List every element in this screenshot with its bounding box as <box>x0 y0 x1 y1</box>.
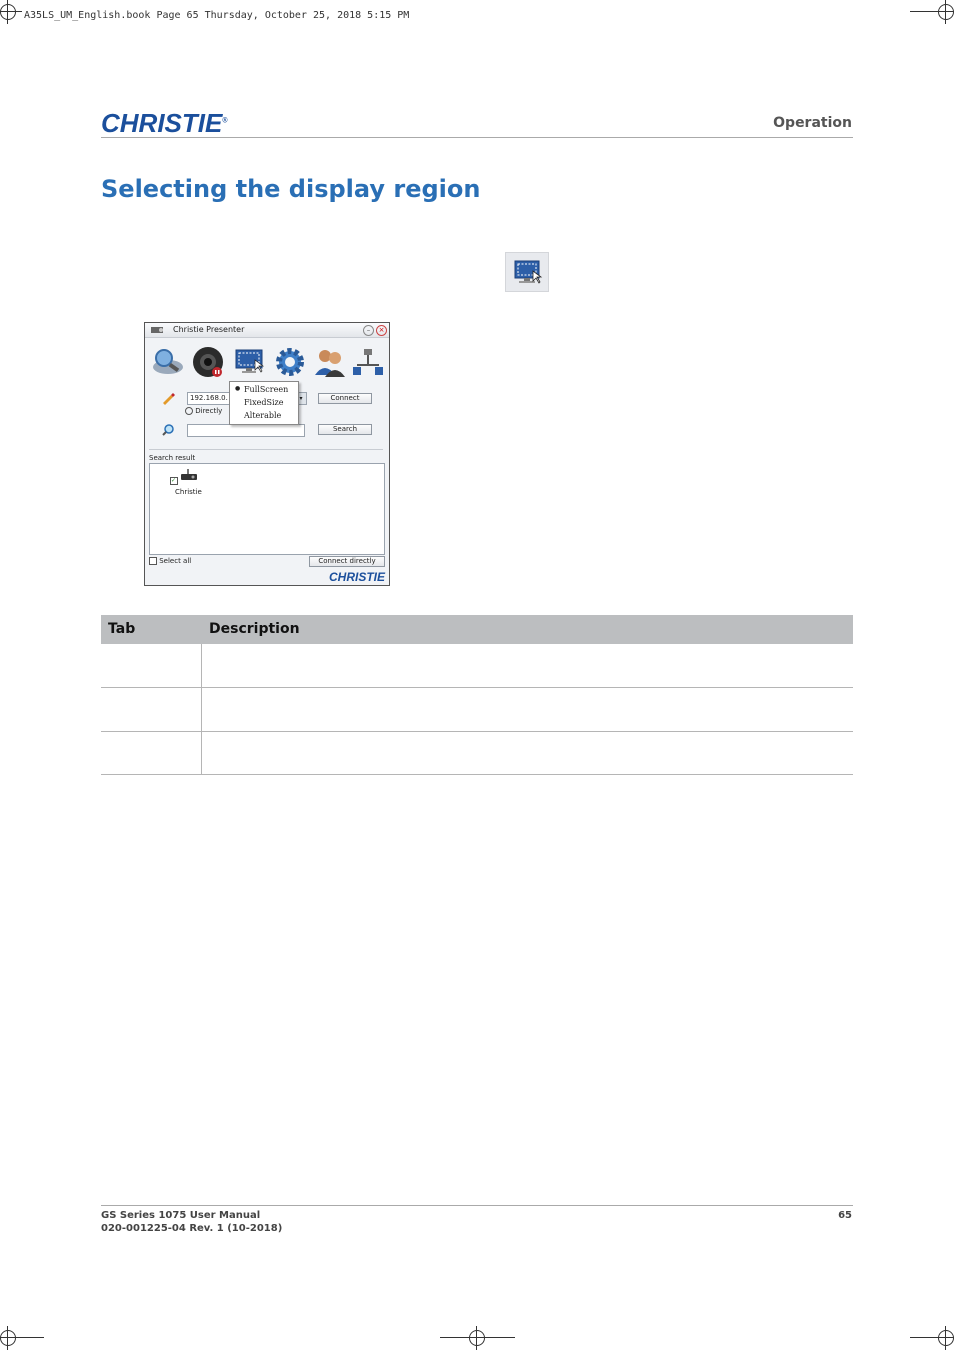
close-button[interactable]: × <box>376 325 387 336</box>
crop-line <box>910 1337 936 1338</box>
registration-mark-icon <box>465 1326 489 1350</box>
column-divider <box>201 644 202 774</box>
device-name: Christie <box>175 488 202 496</box>
pencil-icon <box>163 393 175 405</box>
select-region-icon <box>505 252 549 292</box>
connect-directly-button[interactable]: Connect directly <box>309 556 385 567</box>
footer-manual-title: GS Series 1075 User Manual <box>101 1210 261 1221</box>
display-region-icon[interactable] <box>233 345 267 379</box>
search-results-list[interactable]: ✓ Christie <box>149 463 385 555</box>
projector-search-icon[interactable] <box>151 345 185 379</box>
crop-line <box>18 11 22 12</box>
select-all-label: Select all <box>159 557 192 565</box>
ip-address-field[interactable]: 192.168.0. <box>187 392 235 405</box>
projector-icon <box>151 327 163 333</box>
christie-logo: CHRISTIE® <box>101 108 228 138</box>
registration-mark-icon <box>934 1326 954 1350</box>
page-number: 65 <box>838 1210 852 1221</box>
header-rule <box>101 137 853 138</box>
registration-mark-icon <box>0 1326 20 1350</box>
window-titlebar: Christie Presenter – × <box>145 323 389 338</box>
page-title: Selecting the display region <box>101 175 481 203</box>
directly-radio[interactable]: Directly <box>185 407 222 415</box>
divider <box>149 449 383 450</box>
projector-device-icon <box>181 469 197 480</box>
crop-line <box>910 11 936 12</box>
checkbox-icon <box>149 557 157 565</box>
section-label: Operation <box>773 115 852 131</box>
network-share-icon[interactable] <box>351 345 385 379</box>
registration-mark-icon <box>0 0 20 24</box>
header-description: Description <box>209 621 300 637</box>
camera-record-icon[interactable] <box>191 345 225 379</box>
footer-doc-number: 020-001225-04 Rev. 1 (10-2018) <box>101 1223 283 1234</box>
menu-item-fullscreen[interactable]: FullScreen <box>244 385 288 394</box>
row-divider <box>101 731 853 732</box>
radio-button-icon <box>185 407 193 415</box>
connect-button[interactable]: Connect <box>318 393 372 404</box>
christie-presenter-window: Christie Presenter – × 192.168.0. Direct… <box>144 322 390 586</box>
selected-bullet-icon: ● <box>235 385 241 392</box>
row-divider <box>101 774 853 775</box>
menu-item-fixedsize[interactable]: FixedSize <box>244 398 283 407</box>
header-tab: Tab <box>108 621 136 637</box>
row-divider <box>101 687 853 688</box>
display-mode-menu: ● FullScreen FixedSize Alterable <box>229 381 299 425</box>
window-christie-logo: CHRISTIE <box>328 570 385 584</box>
select-all-checkbox[interactable]: Select all <box>149 557 191 565</box>
table-header: Tab Description <box>101 615 853 644</box>
footer-rule <box>101 1205 853 1206</box>
directly-label: Directly <box>195 407 223 415</box>
menu-item-alterable[interactable]: Alterable <box>244 411 281 420</box>
users-icon[interactable] <box>313 345 347 379</box>
crop-line <box>18 1337 44 1338</box>
minimize-button[interactable]: – <box>363 325 374 336</box>
toolbar <box>149 343 385 383</box>
search-icon <box>162 424 174 436</box>
crop-header-text: A35LS_UM_English.book Page 65 Thursday, … <box>24 10 410 21</box>
search-result-label: Search result <box>149 454 196 462</box>
settings-gear-icon[interactable] <box>273 345 307 379</box>
search-button[interactable]: Search <box>318 424 372 435</box>
search-input[interactable] <box>187 424 305 437</box>
device-checkbox[interactable]: ✓ <box>170 477 178 485</box>
window-title: Christie Presenter <box>173 325 245 334</box>
registration-mark-icon <box>934 0 954 24</box>
